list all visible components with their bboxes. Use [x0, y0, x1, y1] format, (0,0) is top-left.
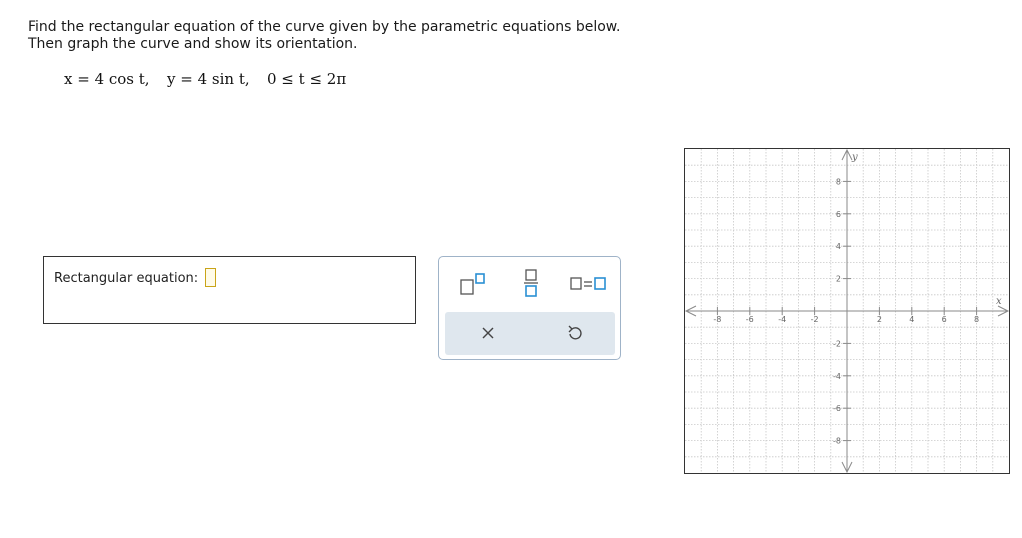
- x-equation: x = 4 cos t,: [64, 70, 150, 88]
- y-tick-label: 4: [836, 242, 841, 251]
- x-tick-label: -6: [746, 315, 754, 324]
- question-text: Find the rectangular equation of the cur…: [28, 19, 620, 53]
- x-tick-label: 4: [909, 315, 914, 324]
- exponent-button[interactable]: [459, 271, 487, 297]
- undo-icon: [568, 325, 582, 340]
- y-tick-label: -4: [833, 372, 841, 381]
- equation-icon: [570, 277, 606, 290]
- y-equation: y = 4 sin t,: [167, 70, 250, 88]
- undo-button[interactable]: [566, 324, 584, 342]
- y-tick-label: -8: [833, 437, 841, 446]
- fraction-icon: [524, 269, 538, 297]
- equation-button[interactable]: [569, 274, 609, 294]
- y-tick-label: 8: [836, 177, 841, 186]
- question-line-1: Find the rectangular equation of the cur…: [28, 19, 621, 35]
- y-axis-label: y: [851, 152, 858, 163]
- question-line-2: Then graph the curve and show its orient…: [28, 36, 358, 52]
- y-tick-label: -6: [833, 404, 841, 413]
- t-range: 0 ≤ t ≤ 2π: [267, 70, 347, 88]
- answer-box: Rectangular equation:: [43, 256, 416, 324]
- x-axis-label: x: [996, 296, 1002, 307]
- close-icon: [482, 327, 494, 339]
- x-tick-label: 8: [974, 315, 979, 324]
- clear-button[interactable]: [480, 325, 496, 341]
- x-tick-label: 2: [877, 315, 882, 324]
- x-tick-label: -8: [713, 315, 721, 324]
- y-tick-label: 2: [836, 275, 841, 284]
- x-tick-label: 6: [942, 315, 947, 324]
- answer-label: Rectangular equation:: [54, 271, 199, 286]
- coordinate-grid[interactable]: x y -8 -6 -4 -2 2 4 6 8 8 6 4 2 -2 -4 -6 -8: [684, 148, 1010, 474]
- math-palette: [438, 256, 621, 360]
- palette-actions: [445, 312, 615, 355]
- x-tick-label: -2: [811, 315, 819, 324]
- graph-area[interactable]: x y -8 -6 -4 -2 2 4 6 8 8 6 4 2 -2 -4 -6 -8: [684, 148, 1010, 474]
- fraction-button[interactable]: [523, 268, 539, 298]
- x-tick-label: -4: [778, 315, 786, 324]
- y-tick-label: -2: [833, 339, 841, 348]
- y-tick-label: 6: [836, 210, 841, 219]
- answer-input[interactable]: [205, 268, 216, 287]
- exponent-icon: [460, 273, 485, 295]
